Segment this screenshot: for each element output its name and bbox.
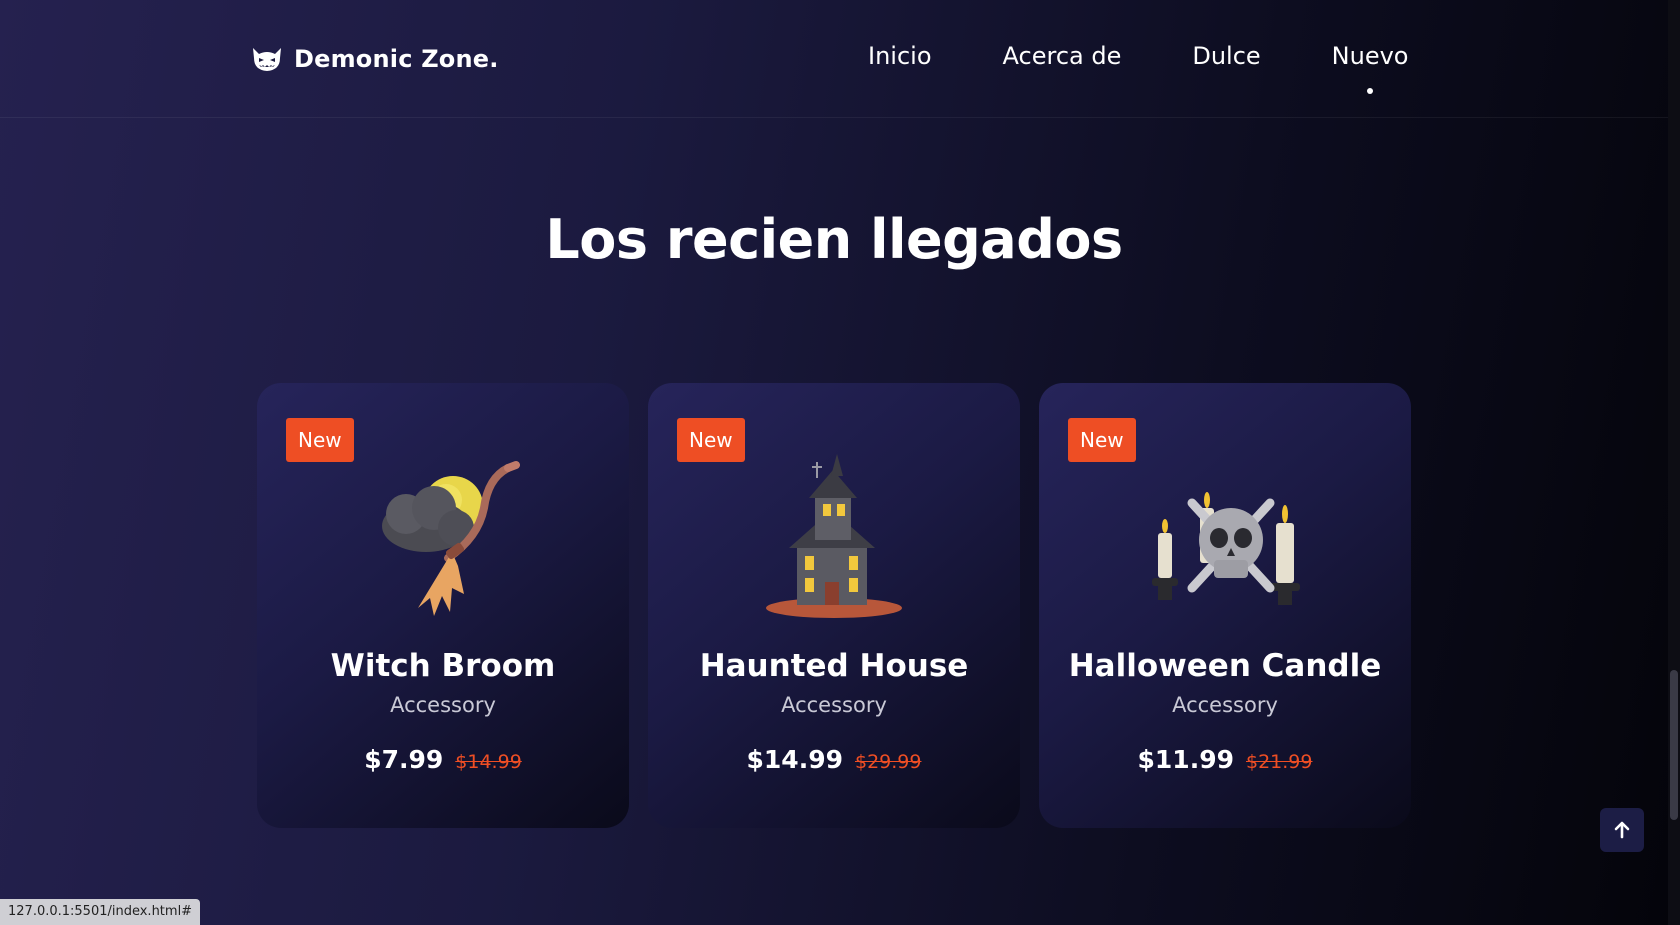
price-row: $7.99 $14.99 [257,745,629,774]
product-price: $7.99 [364,745,444,774]
product-card[interactable]: New Haunted House Accessory $14.99 $29.9… [648,383,1020,828]
scroll-top-button[interactable] [1600,808,1644,852]
product-old-price: $29.99 [855,751,922,773]
new-badge: New [1068,418,1136,462]
nav-item-acerca-de[interactable]: Acerca de [1003,42,1122,70]
new-badge: New [286,418,354,462]
new-badge: New [677,418,745,462]
demon-face-icon [253,48,281,71]
product-name: Halloween Candle [1068,648,1382,684]
site-header: Demonic Zone. Inicio Acerca de Dulce Nue… [0,0,1668,118]
witch-broom-icon [382,461,520,616]
product-category: Accessory [781,693,887,717]
active-indicator [1367,88,1374,94]
main-nav: Inicio Acerca de Dulce Nuevo [868,42,1409,94]
product-price: $14.99 [746,745,843,774]
product-old-price: $14.99 [455,751,522,773]
nav-item-dulce[interactable]: Dulce [1192,42,1260,70]
product-category: Accessory [1172,693,1278,717]
nav-item-nuevo[interactable]: Nuevo [1331,42,1409,94]
arrow-up-icon [1614,821,1630,839]
brand-name: Demonic Zone. [294,45,499,73]
product-name: Witch Broom [330,648,556,684]
brand-logo[interactable]: Demonic Zone. [250,42,499,76]
section-title: Los recien llegados [545,208,1123,271]
product-old-price: $21.99 [1246,751,1313,773]
scrollbar-thumb[interactable] [1670,670,1678,820]
price-row: $11.99 $21.99 [1039,745,1411,774]
skull-candle-icon [1152,492,1300,605]
price-row: $14.99 $29.99 [648,745,1020,774]
product-card[interactable]: New Witch Broom Accessory $7.99 $14.99 [257,383,629,828]
nav-item-inicio[interactable]: Inicio [868,42,932,70]
product-name: Haunted House [699,648,969,684]
product-list: New Witch Broom Accessory $7.99 $14.99 N… [257,383,1411,828]
haunted-house-icon [766,454,902,618]
status-url: 127.0.0.1:5501/index.html# [0,899,201,925]
page-scrollbar[interactable] [1668,0,1680,925]
nav-item-label: Nuevo [1331,42,1409,70]
product-card[interactable]: New Halloween Candle Accessory $11.99 $2… [1039,383,1411,828]
product-category: Accessory [390,693,496,717]
product-price: $11.99 [1137,745,1234,774]
